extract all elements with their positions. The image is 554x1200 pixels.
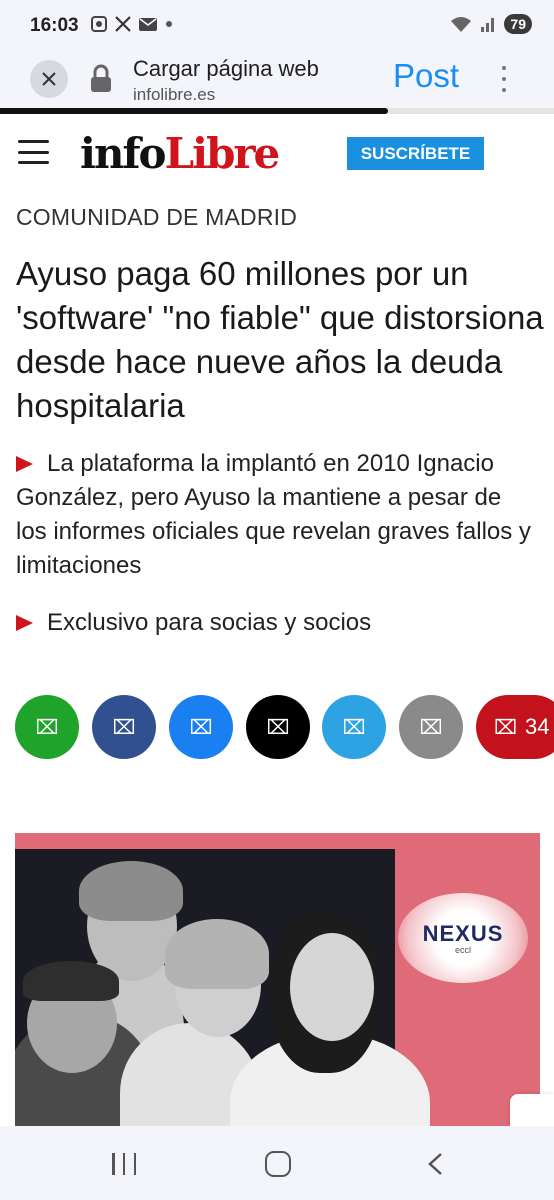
hero-hair-2 [23, 961, 119, 1001]
screenshot-icon [91, 16, 107, 32]
more-options-icon[interactable] [494, 64, 514, 94]
share-facebook-button[interactable]: ⌧ [92, 695, 156, 759]
exclusive-bullet-text: Exclusivo para socias y socios [47, 609, 372, 636]
system-navigation-bar [0, 1126, 554, 1200]
summary-bullet: La plataforma la implantó en 2010 Ignaci… [16, 447, 536, 583]
share-telegram-button[interactable]: ⌧ [322, 695, 386, 759]
close-icon [42, 72, 56, 86]
share-x-button[interactable]: ⌧ [246, 695, 310, 759]
logo-part-info: info [80, 129, 167, 178]
page-load-progress-fill [0, 108, 388, 114]
wifi-icon [451, 17, 472, 32]
signal-icon [481, 18, 495, 32]
page-url[interactable]: infolibre.es [133, 85, 215, 105]
exclusive-bullet: Exclusivo para socias y socios [16, 606, 536, 640]
nexus-logo: NEXUS [422, 921, 504, 946]
home-icon[interactable] [265, 1151, 291, 1177]
x-icon [115, 16, 131, 32]
facebook-icon: ⌧ [112, 715, 136, 739]
whatsapp-icon: ⌧ [35, 715, 59, 739]
messenger-icon: ⌧ [189, 715, 213, 739]
email-icon: ⌧ [419, 715, 443, 739]
menu-icon[interactable] [18, 140, 49, 164]
dot-icon [166, 21, 172, 27]
share-messenger-button[interactable]: ⌧ [169, 695, 233, 759]
page-title: Cargar página web [133, 56, 319, 81]
telegram-icon: ⌧ [342, 715, 366, 739]
subscribe-button[interactable]: SUSCRÍBETE [347, 137, 484, 170]
bullet-triangle-icon [16, 615, 33, 631]
article-headline: Ayuso paga 60 millones por un 'software'… [16, 255, 544, 424]
section-label[interactable]: COMUNIDAD DE MADRID [16, 204, 297, 231]
page-load-progress [0, 108, 554, 114]
hero-hair-3 [165, 919, 269, 989]
status-time: 16:03 [30, 15, 79, 36]
close-button[interactable] [30, 60, 68, 98]
hero-face-4 [290, 933, 374, 1041]
hero-hair-1 [79, 861, 183, 921]
back-icon[interactable] [425, 1152, 447, 1176]
floating-tab[interactable] [510, 1094, 554, 1126]
battery-indicator: 79 [504, 14, 532, 34]
logo-part-libre: Libre [164, 129, 281, 178]
comments-count: 34 [525, 714, 550, 739]
x-icon: ⌧ [266, 715, 290, 739]
browser-toolbar: Cargar página web infolibre.es Post [0, 52, 554, 108]
status-system-icons: 79 [450, 14, 532, 34]
article-hero-image[interactable] [15, 833, 540, 1133]
status-notification-icons [90, 15, 174, 33]
nexus-badge: NEXUS eccl [398, 893, 528, 983]
post-button[interactable]: Post [393, 57, 459, 95]
summary-bullet-text: La plataforma la implantó en 2010 Ignaci… [16, 450, 531, 579]
bullet-triangle-icon [16, 456, 33, 472]
lock-icon[interactable] [90, 64, 112, 94]
mail-icon [139, 18, 157, 31]
site-logo[interactable]: infoLibre [80, 128, 281, 180]
comments-button[interactable]: ⌧ 34 [476, 695, 554, 759]
recents-icon[interactable] [112, 1153, 136, 1175]
share-whatsapp-button[interactable]: ⌧ [15, 695, 79, 759]
nexus-sub: eccl [454, 945, 471, 955]
status-bar: 16:03 79 [0, 0, 554, 52]
comment-icon: ⌧ [494, 716, 518, 739]
share-email-button[interactable]: ⌧ [399, 695, 463, 759]
